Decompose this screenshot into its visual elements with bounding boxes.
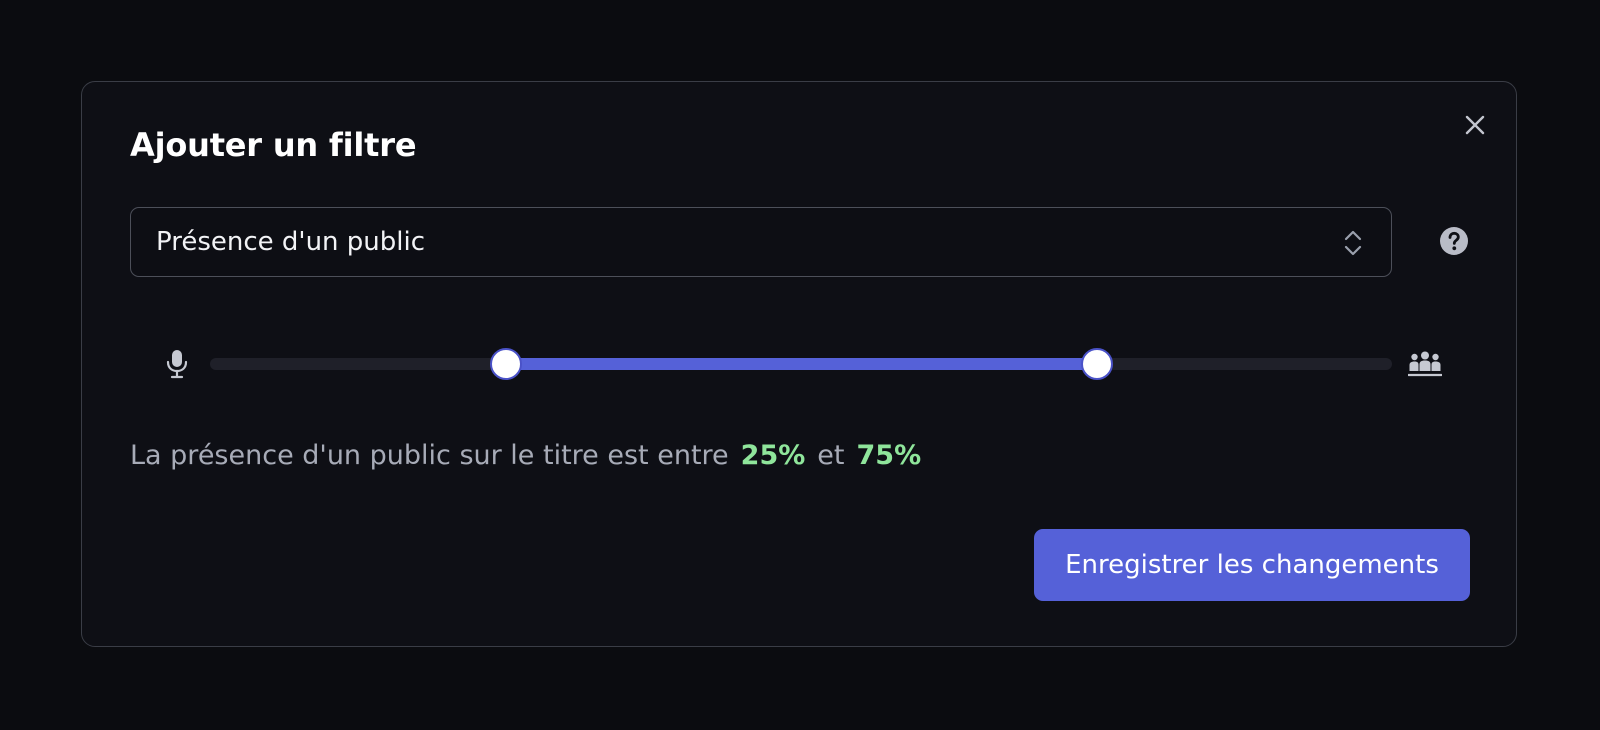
slider-max-thumb[interactable] [1080, 348, 1113, 380]
add-filter-dialog: Ajouter un filtre Présence d'un public L… [81, 81, 1517, 647]
audience-icon [1408, 351, 1442, 377]
chevron-up-down-icon [1344, 230, 1362, 256]
range-summary-label: La présence d'un public sur le titre est… [130, 440, 729, 471]
range-summary-text: La présence d'un public sur le titre est… [130, 440, 921, 471]
filter-type-select[interactable]: Présence d'un public [130, 207, 1392, 277]
save-changes-button[interactable]: Enregistrer les changements [1034, 529, 1470, 601]
range-high-value: 75% [856, 440, 922, 471]
range-low-value: 25% [740, 440, 806, 471]
range-summary-conjunction: et [817, 440, 845, 471]
help-icon[interactable] [1439, 226, 1469, 256]
dialog-title: Ajouter un filtre [130, 126, 417, 164]
close-icon [1465, 115, 1485, 135]
microphone-icon [166, 350, 188, 379]
slider-selected-range [505, 358, 1097, 370]
close-button[interactable] [1458, 108, 1492, 142]
audience-range-slider[interactable] [210, 344, 1392, 384]
slider-min-thumb[interactable] [489, 348, 522, 380]
filter-type-select-value: Présence d'un public [156, 227, 426, 257]
